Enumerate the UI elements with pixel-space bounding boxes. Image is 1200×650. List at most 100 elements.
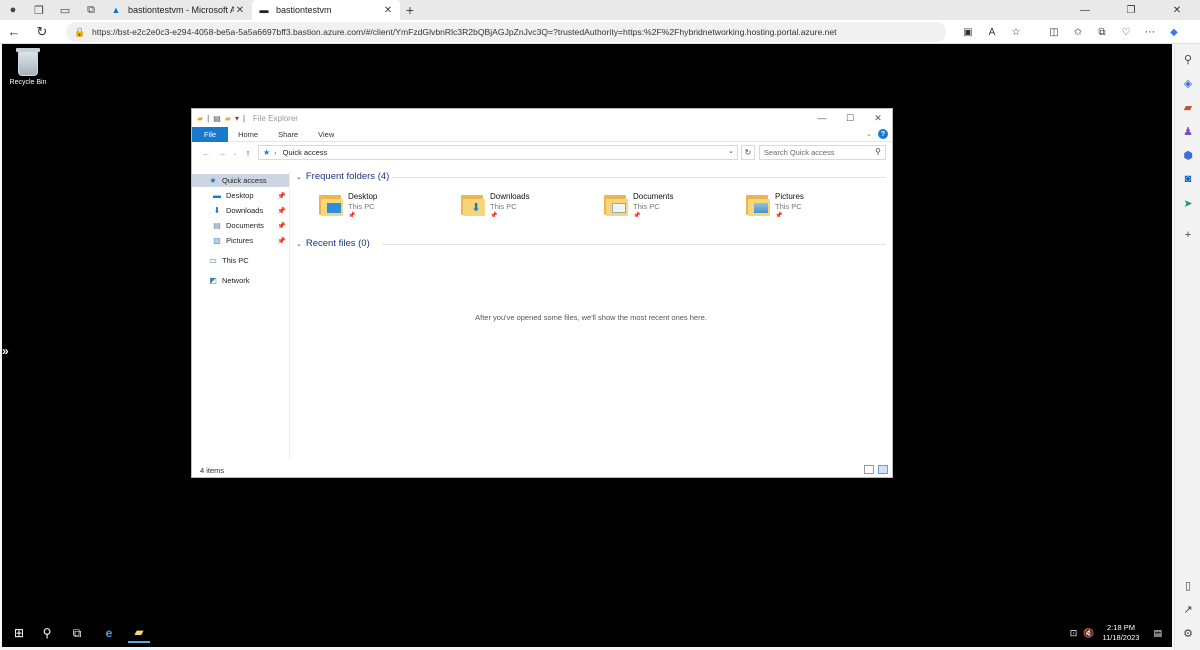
internet-explorer-icon[interactable]: e <box>98 623 120 643</box>
shopping-icon[interactable]: ◈ <box>1179 74 1197 92</box>
chevron-down-icon[interactable]: ⌄ <box>296 173 302 181</box>
tab-file[interactable]: File <box>192 126 229 142</box>
tab-share[interactable]: Share <box>268 127 308 142</box>
up-arrow-icon[interactable]: ↑ <box>240 148 256 158</box>
collections-icon[interactable]: ⧉ <box>1090 20 1114 44</box>
windows-start-icon[interactable]: ⊞ <box>8 623 30 643</box>
bastion-panel-toggle-icon[interactable]: » <box>2 344 9 358</box>
refresh-icon[interactable]: ↻ <box>741 145 755 160</box>
nav-quick-access[interactable]: ★ Quick access <box>192 174 289 187</box>
chevron-down-icon[interactable]: ⌄ <box>296 240 302 248</box>
folder-name: Pictures <box>775 192 804 201</box>
properties-icon[interactable]: ▤ <box>213 114 221 123</box>
forward-arrow-icon[interactable]: → <box>214 148 230 158</box>
download-icon: ⬇ <box>213 206 221 215</box>
microsoft-365-icon[interactable]: ⬢ <box>1179 146 1197 164</box>
nav-documents[interactable]: ▤ Documents 📌 <box>192 219 289 232</box>
status-bar: 4 items <box>192 463 892 477</box>
search-input[interactable]: Search Quick access ⚲ <box>759 145 886 160</box>
drop-icon[interactable]: ➤ <box>1179 194 1197 212</box>
recent-locations-icon[interactable]: ⌄ <box>230 150 240 157</box>
tab-bastion[interactable]: ▬ bastiontestvm ✕ <box>252 0 400 20</box>
settings-gear-icon[interactable]: ⚙ <box>1179 624 1197 642</box>
close-icon[interactable]: ✕ <box>382 5 394 16</box>
search-icon[interactable]: ⚲ <box>36 623 58 643</box>
notifications-icon[interactable]: ▤ <box>1153 628 1162 639</box>
volume-muted-icon[interactable]: 🔇 <box>1083 628 1094 639</box>
pin-icon: 📌 <box>348 213 356 219</box>
large-icons-view-icon[interactable] <box>878 465 888 474</box>
workspaces-icon[interactable]: ❐ <box>26 0 52 20</box>
address-breadcrumb[interactable]: ★ › Quick access ⌄ <box>258 145 738 160</box>
folder-icon <box>318 191 344 217</box>
tools-icon[interactable]: ▰ <box>1179 98 1197 116</box>
new-folder-icon[interactable]: ▰ <box>225 114 231 123</box>
nav-desktop[interactable]: ▬ Desktop 📌 <box>192 189 289 202</box>
lock-icon[interactable]: 🔒 <box>74 27 92 38</box>
file-explorer-icon[interactable]: ▰ <box>128 623 150 643</box>
chevron-right-icon[interactable]: › <box>274 148 277 157</box>
pin-icon[interactable]: 📌 <box>277 237 286 245</box>
close-icon[interactable]: ✕ <box>1154 0 1200 20</box>
nav-pictures[interactable]: ▧ Pictures 📌 <box>192 234 289 247</box>
nav-downloads[interactable]: ⬇ Downloads 📌 <box>192 204 289 217</box>
network-status-icon[interactable]: ⊡ <box>1070 628 1078 639</box>
tab-actions-icon[interactable]: ▭ <box>52 0 78 20</box>
task-view-icon[interactable]: ⧉ <box>66 623 88 643</box>
group-recent-files[interactable]: ⌄ Recent files (0) <box>296 238 886 249</box>
more-options-icon[interactable]: ⋯ <box>1138 20 1162 44</box>
tab-view[interactable]: View <box>308 127 344 142</box>
refresh-icon[interactable]: ↻ <box>28 20 56 44</box>
recycle-bin[interactable]: Recycle Bin <box>8 48 48 86</box>
customize-toolbar-icon[interactable]: ▾ <box>235 114 239 123</box>
search-icon[interactable]: ⚲ <box>1179 50 1197 68</box>
close-icon[interactable]: ✕ <box>864 109 892 127</box>
nav-this-pc[interactable]: ▭ This PC <box>192 254 289 267</box>
chevron-down-icon[interactable]: ⌄ <box>728 147 734 155</box>
sidebar-toggle-icon[interactable]: ▯ <box>1179 576 1197 594</box>
maximize-icon[interactable]: ☐ <box>836 109 864 127</box>
favorite-star-icon[interactable]: ☆ <box>1004 20 1028 44</box>
address-bar[interactable]: 🔒 https://bst-e2c2e0c3-e294-4058-be5a-5a… <box>66 22 946 42</box>
tab-home[interactable]: Home <box>228 127 268 142</box>
group-frequent-folders[interactable]: ⌄ Frequent folders (4) <box>296 171 886 182</box>
help-icon[interactable]: ? <box>878 129 888 139</box>
read-aloud-icon[interactable]: A <box>980 20 1004 44</box>
nav-network[interactable]: ◩ Network <box>192 274 289 287</box>
folder-tile-pictures[interactable]: Pictures This PC 📌 <box>745 191 875 221</box>
close-icon[interactable]: ✕ <box>234 5 246 16</box>
pin-icon[interactable]: 📌 <box>277 192 286 200</box>
new-tab-button[interactable]: + <box>400 2 420 18</box>
remote-desktop[interactable]: Recycle Bin » ▰ | ▤ ▰ ▾ | File Explorer … <box>2 44 1172 647</box>
add-icon[interactable]: + <box>1179 226 1197 244</box>
folder-tile-downloads[interactable]: ⬇ Downloads This PC 📌 <box>460 191 590 221</box>
app-available-icon[interactable]: ▣ <box>956 20 980 44</box>
browser-essentials-icon[interactable]: ♡ <box>1114 20 1138 44</box>
favorites-icon[interactable]: ✩ <box>1066 20 1090 44</box>
split-screen-icon[interactable]: ◫ <box>1042 20 1066 44</box>
back-arrow-icon[interactable]: ← <box>198 148 214 158</box>
details-view-icon[interactable] <box>864 465 874 474</box>
navigation-pane: ★ Quick access ▬ Desktop 📌 ⬇ Downloads 📌… <box>192 171 290 461</box>
restore-icon[interactable]: ❐ <box>1108 0 1154 20</box>
pin-icon[interactable]: 📌 <box>277 222 286 230</box>
folder-tile-documents[interactable]: Documents This PC 📌 <box>603 191 733 221</box>
clock[interactable]: 2:18 PM 11/18/2023 <box>1103 623 1140 643</box>
games-icon[interactable]: ♟ <box>1179 122 1197 140</box>
pin-icon[interactable]: 📌 <box>277 207 286 215</box>
minimize-icon[interactable]: — <box>1062 0 1108 20</box>
breadcrumb-quick-access[interactable]: Quick access <box>283 148 328 157</box>
tab-list-icon[interactable]: ⧉ <box>78 0 104 20</box>
folder-icon <box>603 191 629 217</box>
expand-ribbon-icon[interactable]: ⌄ <box>866 130 872 138</box>
copilot-icon[interactable]: ◆ <box>1162 20 1186 44</box>
outlook-icon[interactable]: ◙ <box>1179 170 1197 188</box>
external-link-icon[interactable]: ↗ <box>1179 600 1197 618</box>
item-count: 4 items <box>200 465 225 475</box>
folder-tile-desktop[interactable]: Desktop This PC 📌 <box>318 191 448 221</box>
tab-azure-portal[interactable]: ▲ bastiontestvm - Microsoft Azure ✕ <box>104 0 252 20</box>
profile-icon[interactable]: ● <box>0 0 26 20</box>
back-icon[interactable]: ← <box>0 20 28 44</box>
search-icon[interactable]: ⚲ <box>875 147 881 156</box>
minimize-icon[interactable]: — <box>808 109 836 127</box>
